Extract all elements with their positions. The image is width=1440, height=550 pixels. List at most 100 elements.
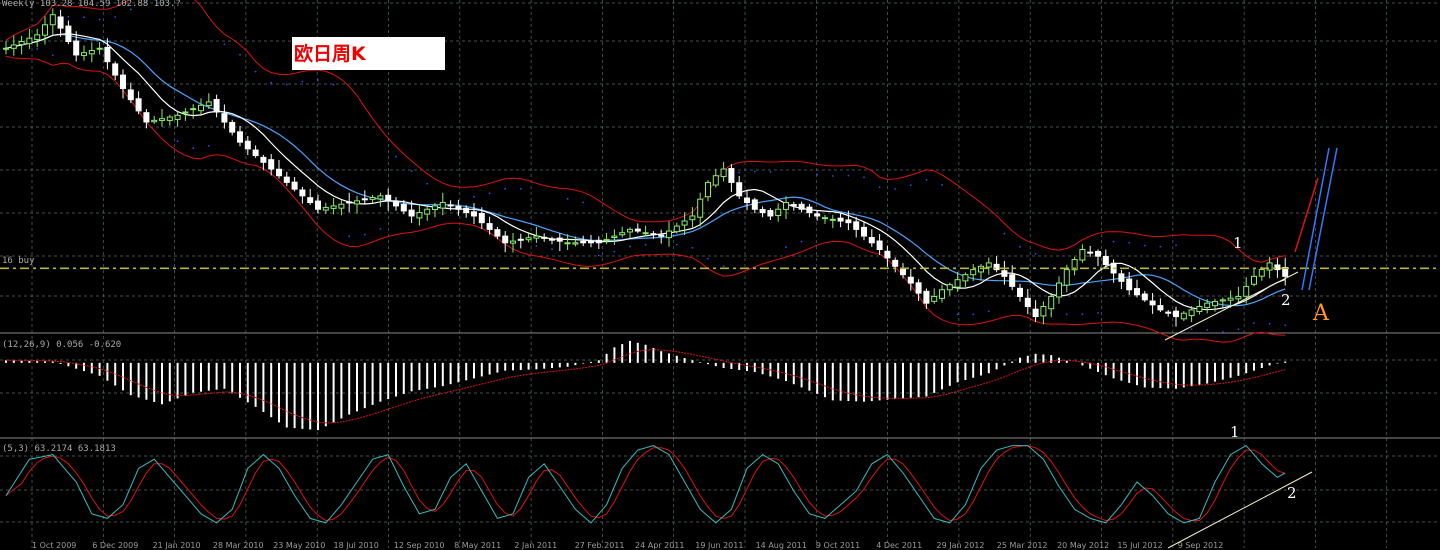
candle-body xyxy=(907,276,914,284)
sar-dot xyxy=(675,243,678,246)
candle-body xyxy=(876,240,883,251)
sar-dot xyxy=(114,16,117,18)
candle-body xyxy=(822,217,828,220)
sar-dot xyxy=(753,170,756,173)
candle-body xyxy=(627,228,633,233)
sar-dot xyxy=(722,265,725,267)
candle-body xyxy=(806,206,813,214)
sar-dot xyxy=(644,243,647,246)
candle-body xyxy=(759,208,766,214)
candle-body xyxy=(393,200,399,207)
candle-body xyxy=(954,279,961,288)
candle-body xyxy=(1048,295,1055,310)
candle-body xyxy=(1001,270,1008,277)
sar-dot xyxy=(395,155,397,158)
candle-body xyxy=(478,213,485,224)
sar-dot xyxy=(707,257,709,260)
candle-body xyxy=(88,49,95,55)
chart-title: 欧日周K xyxy=(294,42,367,65)
candle-body xyxy=(634,228,641,232)
candle-body xyxy=(705,181,711,198)
candle-body xyxy=(619,232,626,236)
sar-dot xyxy=(410,170,413,172)
candle-body xyxy=(1009,274,1016,287)
candle-body xyxy=(931,295,938,302)
candle-body xyxy=(1095,250,1101,257)
annotation-A: A xyxy=(1312,301,1330,326)
sar-dot xyxy=(1237,328,1240,331)
sar-dot xyxy=(785,246,787,248)
candle-body xyxy=(112,63,119,76)
candle-body xyxy=(81,52,87,56)
sar-dot xyxy=(332,83,335,86)
candle-body xyxy=(900,268,906,276)
candle-body xyxy=(57,16,64,29)
candle-body xyxy=(151,119,158,123)
candle-body xyxy=(1258,269,1265,277)
candle-body xyxy=(166,116,173,121)
candle-body xyxy=(1235,295,1242,300)
candle-body xyxy=(712,175,719,186)
candle-body xyxy=(642,232,649,235)
x-axis-date-label: 28 Mar 2010 xyxy=(213,541,264,550)
sar-dot xyxy=(254,70,257,73)
candle-body xyxy=(1087,251,1094,254)
candle-body xyxy=(1204,302,1211,309)
sar-dot xyxy=(488,192,491,195)
candle-body xyxy=(549,238,555,241)
annotation-1-price: 1 xyxy=(1233,234,1243,252)
candle-body xyxy=(658,234,665,237)
x-axis-date-label: 1 Oct 2009 xyxy=(32,541,76,550)
candle-body xyxy=(338,203,345,209)
candle-body xyxy=(892,259,899,267)
candle-body xyxy=(1188,309,1195,317)
sar-dot xyxy=(613,250,616,253)
candle-body xyxy=(783,202,789,210)
candle-body xyxy=(845,219,852,224)
candle-body xyxy=(471,211,477,217)
sar-dot xyxy=(1128,241,1131,244)
candle-body xyxy=(1032,308,1039,318)
sar-dot xyxy=(941,184,943,186)
candle-body xyxy=(1219,299,1226,302)
candle-body xyxy=(198,104,204,112)
candle-body xyxy=(307,197,314,204)
candle-body xyxy=(135,98,142,112)
x-axis-date-label: 9 Oct 2011 xyxy=(816,541,860,550)
candle-body xyxy=(463,207,470,214)
candle-body xyxy=(182,111,189,114)
sar-dot xyxy=(1253,322,1255,324)
candle-body xyxy=(728,168,735,183)
candle-body xyxy=(26,37,33,45)
sar-dot xyxy=(691,246,694,249)
candle-body xyxy=(1227,297,1234,301)
sar-dot xyxy=(363,233,366,236)
sar-dot xyxy=(566,197,569,200)
candle-body xyxy=(767,210,774,217)
hline-label: 16 buy xyxy=(2,256,35,266)
sar-dot xyxy=(426,182,429,185)
sar-dot xyxy=(270,81,273,84)
sar-dot xyxy=(317,79,319,81)
x-axis-date-label: 21 Jan 2010 xyxy=(153,541,201,550)
candle-body xyxy=(970,269,977,276)
candle-body xyxy=(1165,311,1172,314)
price-panel-header: Weekly 103.28 104.59 102.88 103.? xyxy=(2,0,181,9)
candle-body xyxy=(315,200,321,210)
candle-body xyxy=(1024,297,1031,308)
candle-body xyxy=(1149,300,1156,306)
candle-body xyxy=(127,89,134,101)
candle-body xyxy=(1126,278,1133,291)
x-axis-date-label: 4 Dec 2011 xyxy=(876,541,922,550)
sar-dot xyxy=(597,254,600,257)
candle-body xyxy=(1056,282,1062,298)
sar-dot xyxy=(176,140,179,143)
candle-body xyxy=(1251,275,1257,285)
candle-body xyxy=(689,215,696,221)
sar-dot xyxy=(535,244,538,247)
sar-dot xyxy=(1143,244,1146,247)
candle-body xyxy=(517,238,524,241)
sar-dot xyxy=(1097,312,1099,314)
sar-dot xyxy=(192,147,195,149)
sar-dot xyxy=(909,184,912,187)
